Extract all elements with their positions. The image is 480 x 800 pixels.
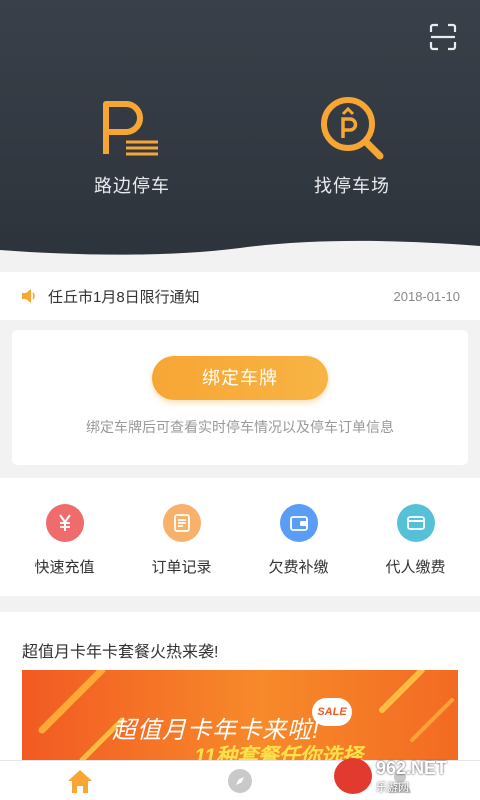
find-parking-lot-icon xyxy=(321,97,384,160)
tab-discover[interactable] xyxy=(210,761,270,800)
watermark-main: 962.NET xyxy=(376,757,448,778)
find-parking-lot-label: 找停车场 xyxy=(314,176,390,196)
promo-title: 超值月卡年卡套餐火热来袭! xyxy=(22,644,219,661)
scan-icon xyxy=(429,23,457,51)
bind-plate-description: 绑定车牌后可查看实时停车情况以及停车订单信息 xyxy=(86,419,394,435)
order-records-button[interactable]: 订单记录 xyxy=(132,478,232,596)
header-panel: 路边停车 找停车场 xyxy=(0,0,480,255)
roadside-parking-icon xyxy=(103,101,158,156)
watermark-sub: 乐游网 xyxy=(376,781,409,794)
site-watermark: 962.NET 乐游网 xyxy=(334,756,474,796)
notice-date: 2018-01-10 xyxy=(393,288,461,304)
header-wave-divider xyxy=(0,232,480,262)
watermark-text: 962.NET 乐游网 xyxy=(376,758,447,795)
list-icon xyxy=(162,504,201,542)
roadside-parking-label: 路边停车 xyxy=(94,176,170,196)
bind-plate-button[interactable]: 绑定车牌 xyxy=(152,356,328,400)
scan-button[interactable] xyxy=(428,22,458,52)
notice-bar[interactable]: 任丘市1月8日限行通知 2018-01-10 xyxy=(0,272,480,320)
order-records-label: 订单记录 xyxy=(151,559,212,576)
bind-plate-card: 绑定车牌 绑定车牌后可查看实时停车情况以及停车订单信息 xyxy=(12,330,468,465)
home-icon xyxy=(68,769,92,793)
promo-section: 超值月卡年卡套餐火热来袭! SALE 超值月卡年卡来啦! 11种套餐任你选择 xyxy=(0,612,480,780)
quick-recharge-label: 快速充值 xyxy=(34,559,95,576)
wallet-icon xyxy=(279,504,318,542)
arrears-payment-label: 欠费补缴 xyxy=(268,559,329,576)
quick-recharge-button[interactable]: 快速充值 xyxy=(15,478,115,596)
find-parking-lot-button[interactable]: 找停车场 xyxy=(282,92,422,198)
arrears-payment-button[interactable]: 欠费补缴 xyxy=(249,478,349,596)
tab-home[interactable] xyxy=(50,761,110,800)
roadside-parking-button[interactable]: 路边停车 xyxy=(62,92,202,198)
speaker-icon xyxy=(22,289,35,303)
quick-actions: 快速充值 订单记录 欠费补缴 代人缴费 xyxy=(0,478,480,596)
watermark-logo-icon xyxy=(334,758,372,794)
pay-for-others-button[interactable]: 代人缴费 xyxy=(366,478,466,596)
pay-for-others-label: 代人缴费 xyxy=(385,559,446,576)
compass-icon xyxy=(228,768,252,793)
notice-text: 任丘市1月8日限行通知 xyxy=(48,288,200,306)
yuan-icon xyxy=(45,504,84,542)
card-icon xyxy=(396,504,435,542)
